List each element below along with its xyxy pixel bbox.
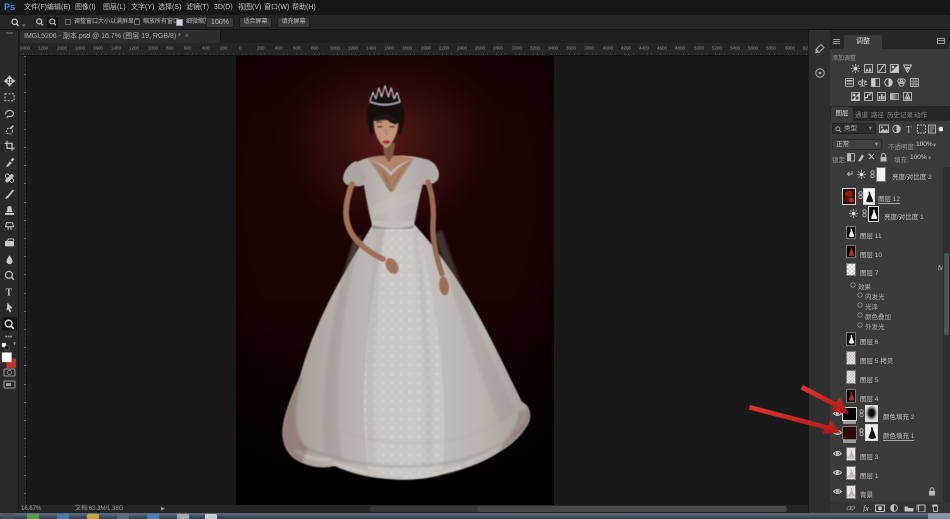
- svg-text:fx: fx: [863, 504, 869, 512]
- svg-text:T: T: [6, 288, 13, 299]
- svg-text:T: T: [906, 124, 912, 134]
